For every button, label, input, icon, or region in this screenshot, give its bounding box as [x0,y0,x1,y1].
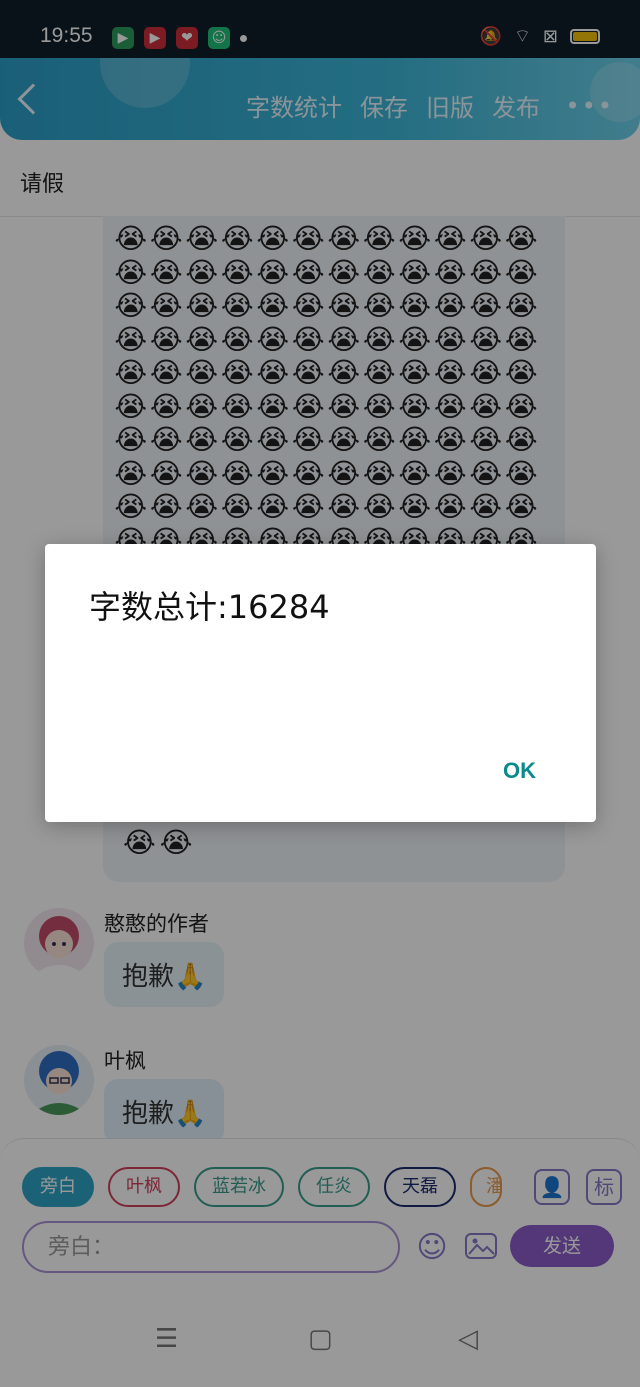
word-count-dialog: 字数总计:16284 OK [45,544,596,822]
ok-button[interactable]: OK [503,758,536,784]
dialog-message: 字数总计:16284 [89,588,330,626]
